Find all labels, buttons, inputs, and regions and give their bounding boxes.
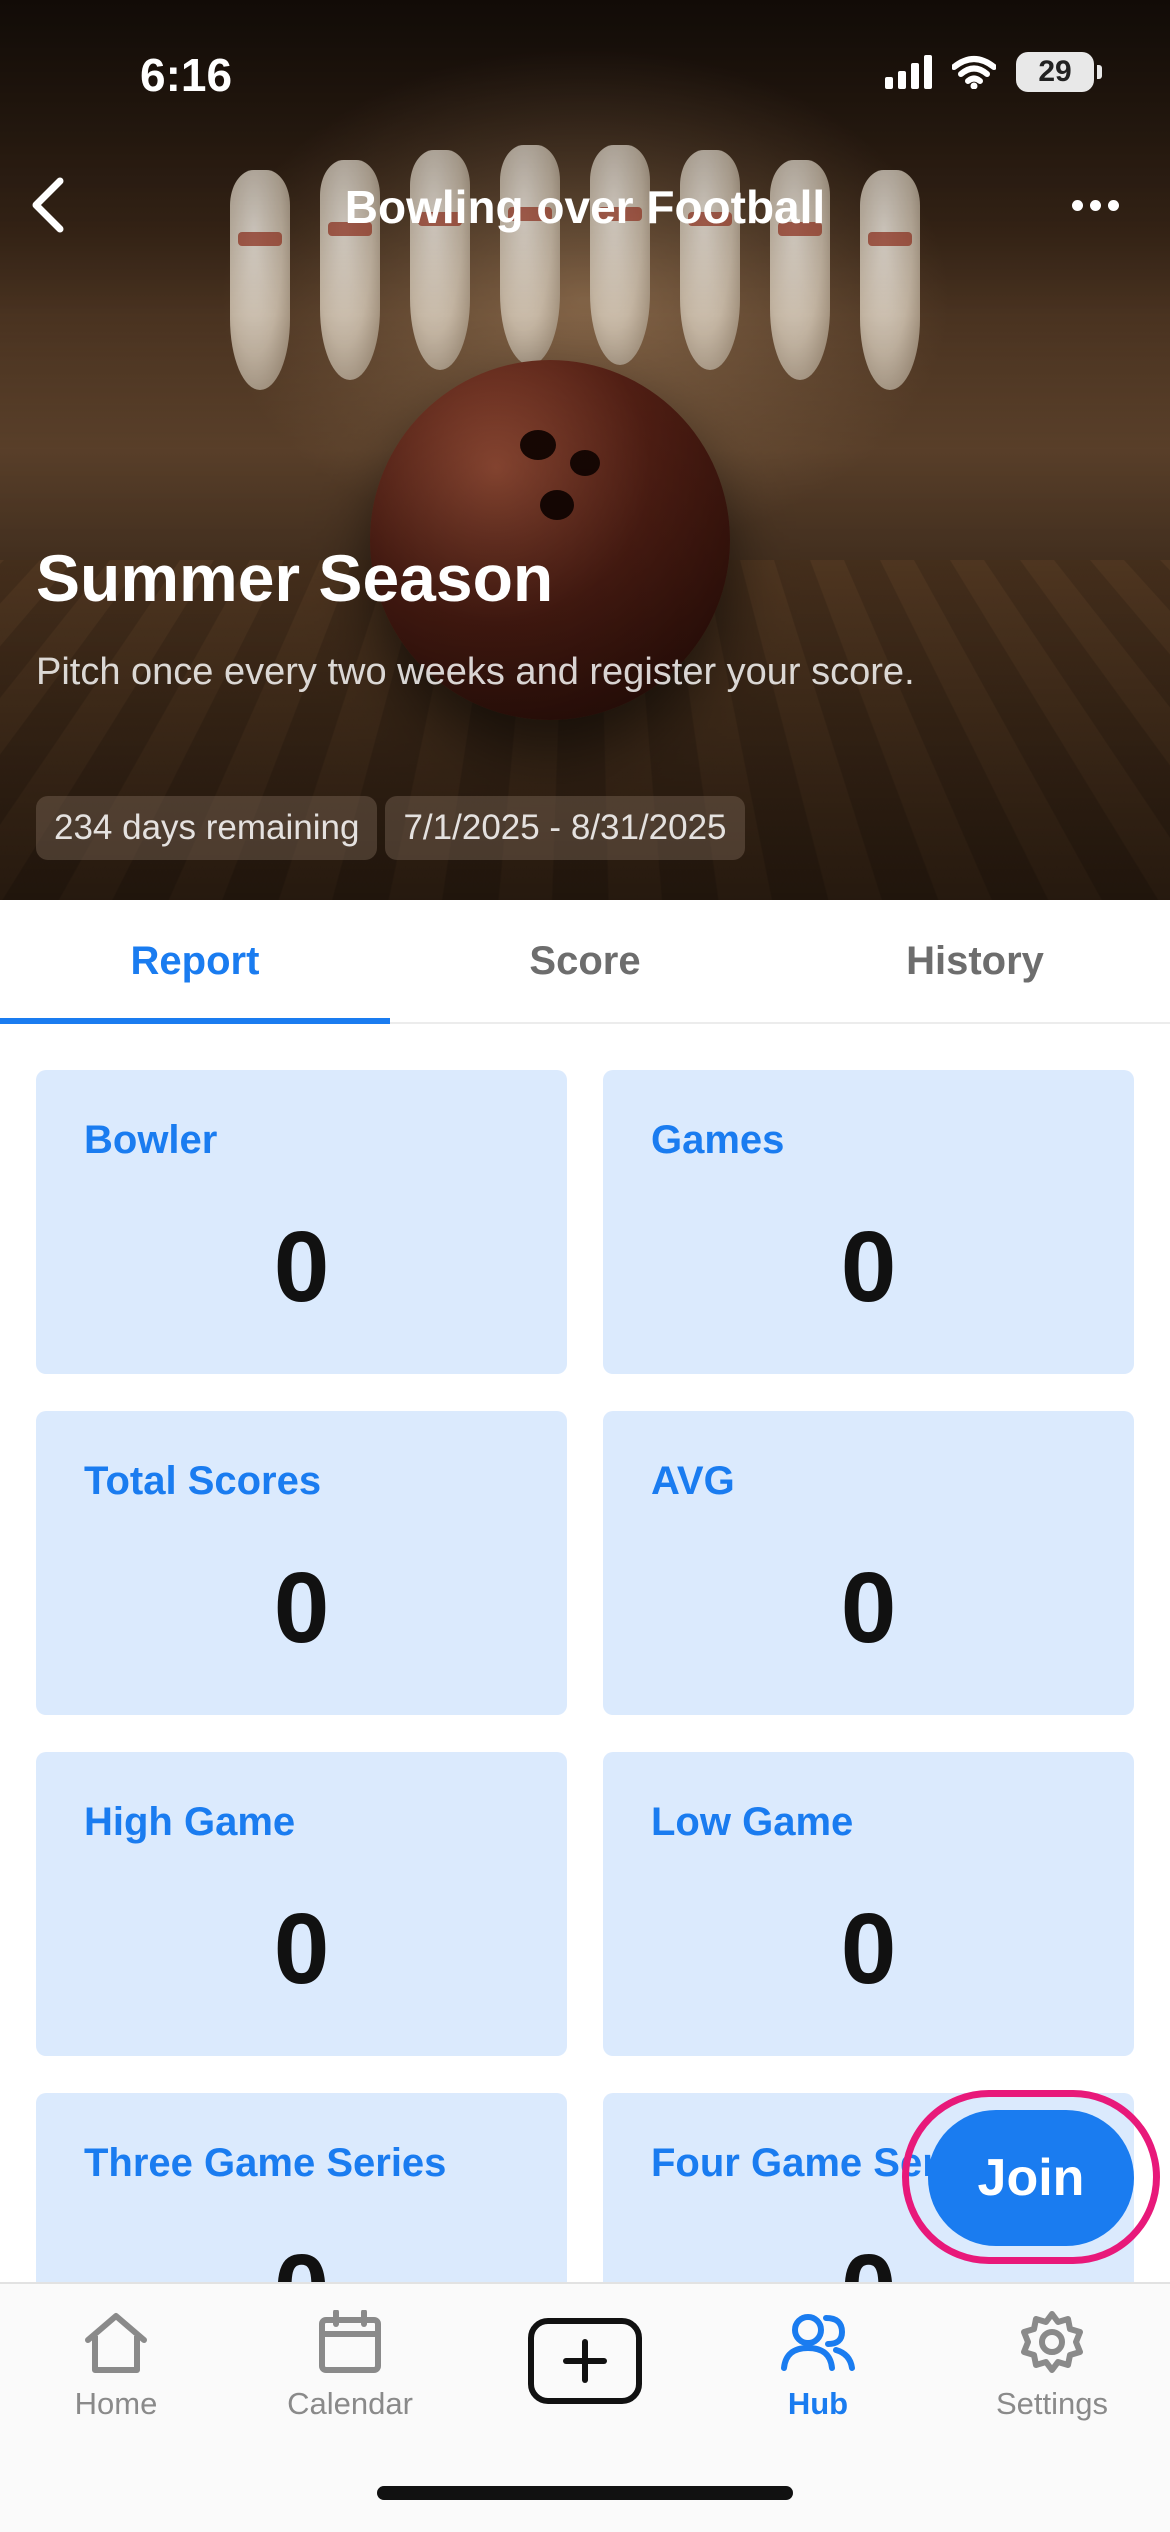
stat-label: Games	[651, 1118, 785, 1162]
calendar-icon	[319, 2310, 381, 2373]
date-range-badge: 7/1/2025 - 8/31/2025	[385, 796, 745, 860]
tab-bar-label: Hub	[787, 2386, 849, 2421]
segment-tabs: Report Score History	[0, 900, 1170, 1024]
wifi-icon	[952, 56, 996, 89]
home-icon	[85, 2313, 147, 2373]
stat-value: 0	[36, 2233, 567, 2282]
people-icon	[781, 2314, 855, 2371]
status-time: 6:16	[140, 49, 233, 101]
tab-score[interactable]: Score	[390, 900, 780, 1022]
stat-card-avg: AVG 0	[603, 1411, 1134, 1715]
add-button[interactable]	[528, 2318, 642, 2404]
stat-card-three-game-series: Three Game Series 0	[36, 2093, 567, 2282]
stat-label: Three Game Series	[84, 2141, 447, 2185]
season-info-chips: 234 days remaining 7/1/2025 - 8/31/2025	[36, 796, 745, 860]
stat-label: Total Scores	[84, 1459, 322, 1503]
more-options-button[interactable]	[1050, 180, 1140, 230]
battery-icon: 29	[1016, 52, 1102, 92]
stat-card-high-game: High Game 0	[36, 1752, 567, 2056]
stat-value: 0	[273, 1893, 330, 2005]
home-indicator	[377, 2486, 793, 2500]
stat-value: 0	[840, 1552, 897, 1664]
tab-bar-label: Calendar	[287, 2386, 413, 2421]
plus-icon	[563, 2339, 607, 2383]
stat-card-total-scores: Total Scores 0	[36, 1411, 567, 1715]
tab-bar-label: Settings	[995, 2386, 1108, 2421]
season-hero: 6:16 29 Bowling over Football Summer Sea…	[0, 0, 1170, 900]
stat-value: 0	[273, 1552, 330, 1664]
season-description: Pitch once every two weeks and register …	[36, 651, 915, 693]
stat-label: AVG	[651, 1459, 735, 1503]
days-remaining-badge: 234 days remaining	[36, 796, 378, 860]
tab-history[interactable]: History	[780, 900, 1170, 1022]
tab-bar-calendar[interactable]: Calendar	[250, 2310, 450, 2422]
more-dots-icon	[1071, 199, 1083, 211]
season-title: Summer Season	[36, 541, 554, 615]
stat-card-low-game: Low Game 0	[603, 1752, 1134, 2056]
stat-label: Low Game	[651, 1800, 854, 1844]
status-icons: 29	[885, 52, 1102, 92]
stat-value: 0	[840, 1211, 897, 1323]
join-button[interactable]: Join	[928, 2110, 1134, 2246]
tab-bar-hub[interactable]: Hub	[718, 2310, 918, 2422]
tab-bar-settings[interactable]: Settings	[952, 2310, 1152, 2422]
tab-bar-home[interactable]: Home	[16, 2310, 216, 2422]
stat-card-bowler: Bowler 0	[36, 1070, 567, 1374]
stat-value: 0	[840, 1893, 897, 2005]
gear-icon	[1021, 2311, 1083, 2373]
tab-bar-label: Home	[74, 2386, 158, 2421]
stat-label: High Game	[84, 1800, 296, 1844]
stat-card-games: Games 0	[603, 1070, 1134, 1374]
page-title: Bowling over Football	[344, 181, 826, 233]
stat-value: 0	[273, 1211, 330, 1323]
tab-report[interactable]: Report	[0, 900, 390, 1024]
cellular-signal-icon	[885, 55, 932, 89]
stat-label: Bowler	[84, 1118, 218, 1162]
